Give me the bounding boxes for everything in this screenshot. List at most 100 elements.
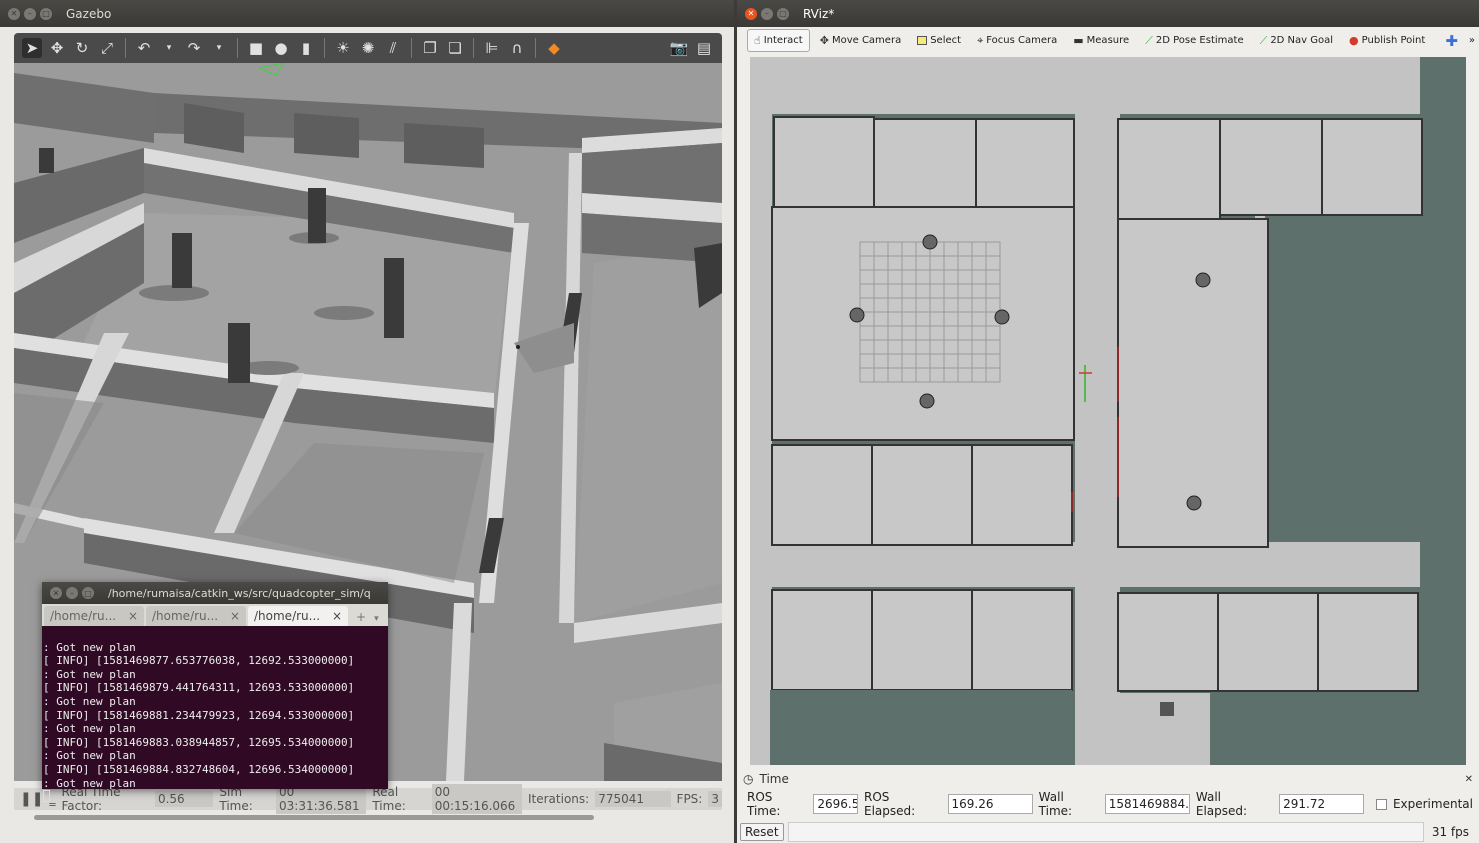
tool-publish-point[interactable]: ● Publish Point — [1343, 29, 1431, 52]
tab-label: /home/ru... — [152, 609, 219, 623]
select-box-icon — [917, 36, 928, 45]
scale-icon[interactable]: ⤢ — [97, 38, 117, 58]
pause-icon[interactable]: ❚❚ — [20, 791, 43, 807]
rviz-window: ✕ – □ RViz* ☝ Interact ✥ Move Camera Selec… — [737, 0, 1479, 843]
tool-label: Move Camera — [831, 35, 902, 46]
fps-readout: 31 fps — [1431, 824, 1469, 839]
rviz-3d-view[interactable] — [750, 57, 1466, 765]
wall-elapsed-field[interactable]: 291.72 — [1279, 794, 1365, 814]
window-title: RViz* — [803, 6, 835, 21]
toolbar-separator — [237, 38, 238, 58]
time-panel-title: Time — [759, 772, 789, 786]
minimize-icon[interactable]: – — [761, 7, 773, 20]
terminal-line: [ INFO] [1581469879.441764311, 12693.533… — [43, 681, 355, 695]
more-tools-icon[interactable]: » — [1469, 35, 1475, 46]
ros-elapsed-field[interactable]: 169.26 — [947, 794, 1033, 814]
close-icon[interactable]: ✕ — [745, 7, 757, 20]
wall-time-field[interactable]: 1581469884.98 — [1104, 794, 1190, 814]
terminal-tab[interactable]: /home/ru... × — [44, 606, 144, 626]
occupancy-map — [750, 57, 1466, 765]
terminal-window: ✕ – □ /home/rumaisa/catkin_ws/src/quadco… — [42, 582, 388, 803]
cylinder-icon[interactable]: ▮ — [296, 38, 316, 58]
ros-elapsed-label: ROS Elapsed: — [864, 790, 916, 818]
close-icon[interactable]: ✕ — [50, 587, 62, 599]
terminal-line: [ INFO] [1581469884.832748604, 12696.534… — [43, 762, 355, 776]
terminal-line: [ INFO] [1581469881.234479923, 12694.533… — [43, 708, 355, 722]
terminal-line: : Got new plan — [43, 749, 136, 763]
undo-icon[interactable]: ↶ — [134, 38, 154, 58]
minimize-icon[interactable]: – — [66, 587, 78, 599]
tool-interact[interactable]: ☝ Interact — [747, 29, 810, 52]
view-angle-icon[interactable]: ◆ — [544, 38, 564, 58]
add-tool-icon[interactable]: ✚ — [1445, 32, 1458, 50]
terminal-line: : Got new plan — [43, 640, 136, 654]
tool-label: Select — [930, 35, 962, 46]
new-tab-icon[interactable]: + — [350, 610, 372, 626]
focus-icon: ⌖ — [977, 33, 984, 47]
close-icon[interactable]: × — [332, 609, 342, 623]
toolbar-separator — [535, 38, 536, 58]
directional-light-icon[interactable]: ⫽ — [383, 38, 403, 58]
maximize-icon[interactable]: □ — [40, 7, 52, 20]
toolbar-separator — [324, 38, 325, 58]
pin-icon: ● — [1349, 34, 1359, 47]
tool-label: Interact — [763, 35, 803, 46]
close-icon[interactable]: ✕ — [1465, 774, 1473, 785]
spot-light-icon[interactable]: ✺ — [358, 38, 378, 58]
experimental-checkbox[interactable] — [1376, 798, 1387, 810]
tool-measure[interactable]: ▬ Measure — [1067, 29, 1135, 52]
tab-label: /home/ru... — [50, 609, 117, 623]
horizontal-scrollbar[interactable] — [34, 815, 594, 820]
paste-icon[interactable]: ❏ — [445, 38, 465, 58]
terminal-cursor — [43, 790, 50, 803]
ros-time-field[interactable]: 2696.57 — [813, 794, 859, 814]
terminal-output[interactable]: : Got new plan[ INFO] [1581469877.653776… — [42, 626, 388, 806]
maximize-icon[interactable]: □ — [777, 7, 789, 20]
reset-button[interactable]: Reset — [740, 822, 784, 841]
clock-icon: ◷ — [743, 772, 754, 786]
rviz-titlebar: ✕ – □ RViz* — [737, 0, 1479, 27]
tool-focus-camera[interactable]: ⌖ Focus Camera — [971, 29, 1063, 52]
tool-move-camera[interactable]: ✥ Move Camera — [814, 29, 907, 52]
tool-2d-nav-goal[interactable]: ⟋ 2D Nav Goal — [1254, 29, 1339, 52]
gazebo-toolbar: ➤ ✥ ↻ ⤢ ↶ ▾ ↷ ▾ ■ ● ▮ ☀ ✺ ⫽ ❐ ❏ ⊫ ∩ ◆ 📷 … — [14, 33, 722, 63]
box-icon[interactable]: ■ — [246, 38, 266, 58]
experimental-label: Experimental — [1392, 797, 1473, 811]
gazebo-titlebar: ✕ – □ Gazebo — [0, 0, 734, 27]
select-arrow-icon[interactable]: ➤ — [22, 38, 42, 58]
translate-icon[interactable]: ✥ — [47, 38, 67, 58]
tool-select[interactable]: Select — [911, 29, 967, 52]
log-icon[interactable]: ▤ — [694, 38, 714, 58]
terminal-tab-active[interactable]: /home/ru... × — [248, 606, 348, 626]
tab-menu-icon[interactable]: ▾ — [374, 614, 379, 626]
tool-label: 2D Pose Estimate — [1155, 35, 1244, 46]
move-camera-icon: ✥ — [819, 34, 829, 47]
close-icon[interactable]: ✕ — [8, 7, 20, 20]
screenshot-icon[interactable]: 📷 — [669, 38, 689, 58]
terminal-titlebar: ✕ – □ /home/rumaisa/catkin_ws/src/quadco… — [42, 582, 388, 604]
point-light-icon[interactable]: ☀ — [333, 38, 353, 58]
undo-dropdown-icon[interactable]: ▾ — [159, 38, 179, 58]
redo-dropdown-icon[interactable]: ▾ — [209, 38, 229, 58]
copy-icon[interactable]: ❐ — [420, 38, 440, 58]
align-icon[interactable]: ⊫ — [482, 38, 502, 58]
close-icon[interactable]: × — [230, 609, 240, 623]
terminal-title: /home/rumaisa/catkin_ws/src/quadcopter_s… — [108, 586, 371, 600]
redo-icon[interactable]: ↷ — [184, 38, 204, 58]
rviz-bottom-bar: Reset 31 fps — [737, 820, 1479, 843]
terminal-line: : Got new plan — [43, 722, 136, 736]
minimize-icon[interactable]: – — [24, 7, 36, 20]
terminal-tab[interactable]: /home/ru... × — [146, 606, 246, 626]
close-icon[interactable]: × — [128, 609, 138, 623]
toolbar-separator — [411, 38, 412, 58]
rviz-toolbar: ☝ Interact ✥ Move Camera Select ⌖ Focus Cam… — [737, 27, 1479, 54]
tool-label: Focus Camera — [986, 35, 1058, 46]
snap-icon[interactable]: ∩ — [507, 38, 527, 58]
toolbar-separator — [125, 38, 126, 58]
sphere-icon[interactable]: ● — [271, 38, 291, 58]
goal-arrow-icon: ⟋ — [1259, 33, 1268, 47]
window-title: Gazebo — [66, 6, 112, 21]
tool-2d-pose-estimate[interactable]: ⟋ 2D Pose Estimate — [1139, 29, 1249, 52]
maximize-icon[interactable]: □ — [82, 587, 94, 599]
rotate-icon[interactable]: ↻ — [72, 38, 92, 58]
